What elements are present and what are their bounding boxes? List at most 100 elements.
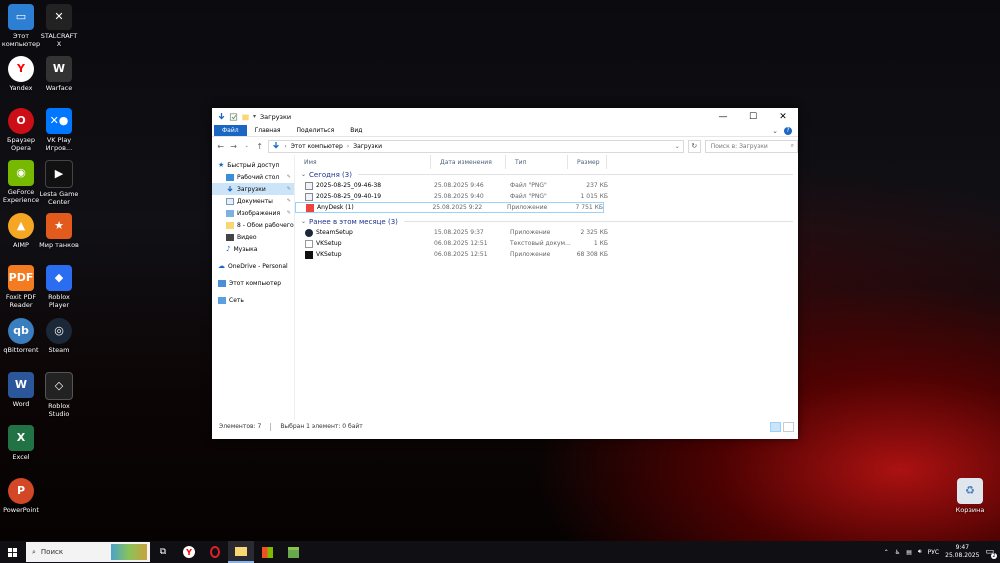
stalcraft-icon: ✕ — [46, 4, 72, 30]
maximize-button[interactable]: ☐ — [738, 108, 768, 125]
nav-item-pictures[interactable]: Изображения ✎ — [212, 207, 294, 219]
aimp-icon: ▲ — [8, 213, 34, 239]
desktop-icon-excel[interactable]: X Excel — [0, 425, 42, 461]
file-row[interactable]: 2025-08-25_09-46-38 25.08.2025 9:46 Файл… — [295, 180, 798, 191]
nav-network[interactable]: Сеть — [212, 294, 294, 306]
desktop-icon-tanks[interactable]: ★ Мир танков — [38, 213, 80, 249]
desktop-icon-geforce[interactable]: ◉ GeForce Experience — [0, 160, 42, 204]
taskbar-file-explorer[interactable] — [228, 541, 254, 563]
nav-item-desktop[interactable]: Рабочий стол ✎ — [212, 171, 294, 183]
chevron-up-icon[interactable]: ⌃ — [884, 549, 889, 556]
address-row: ← → ⌄ ↑ › Этот компьютер › Загрузки ⌄ ↻ … — [212, 136, 798, 155]
column-size[interactable]: Размер — [568, 155, 607, 169]
pictures-icon — [226, 209, 234, 217]
new-folder-icon[interactable] — [241, 113, 250, 121]
column-type[interactable]: Тип — [506, 155, 568, 169]
breadcrumb-this-pc[interactable]: Этот компьютер — [291, 143, 343, 150]
chevron-down-icon[interactable]: ⌄ — [675, 143, 683, 150]
computer-icon: ▭ — [8, 4, 34, 30]
column-date[interactable]: Дата изменения — [431, 155, 506, 169]
desktop-icon-recycle-bin[interactable]: ♻ Корзина — [949, 478, 991, 514]
nav-this-pc[interactable]: Этот компьютер — [212, 277, 294, 289]
search-input[interactable]: Поиск в: Загрузки ⌕ — [704, 139, 798, 153]
desktop-icon-word[interactable]: W Word — [0, 372, 42, 408]
desktop-icon-lesta[interactable]: ▶ Lesta Game Center — [38, 160, 80, 206]
nav-item-downloads[interactable]: Загрузки ✎ — [212, 183, 294, 195]
text-file-icon — [305, 239, 313, 248]
desktop-icon-yandex[interactable]: Y Yandex — [0, 56, 42, 92]
file-row[interactable]: 2025-08-25_09-40-19 25.08.2025 9:40 Файл… — [295, 191, 798, 202]
file-row[interactable]: VKSetup 06.08.2025 12:51 Приложение 68 3… — [295, 249, 798, 260]
taskbar-opera[interactable] — [202, 541, 228, 563]
desktop-icon-stalcraft[interactable]: ✕ STALCRAFT X — [38, 4, 80, 48]
forward-arrow-icon[interactable]: → — [229, 142, 238, 151]
desktop-icon-roblox-player[interactable]: ◆ Roblox Player — [38, 265, 80, 309]
nav-item-documents[interactable]: Документы ✎ — [212, 195, 294, 207]
back-arrow-icon[interactable]: ← — [216, 142, 225, 151]
language-indicator[interactable]: РУС — [928, 549, 939, 556]
expand-ribbon-icon[interactable]: ⌄ — [772, 127, 778, 135]
desktop-icon-powerpoint[interactable]: P PowerPoint — [0, 478, 42, 514]
opera-icon: O — [8, 108, 34, 134]
taskbar-yandex[interactable]: Y — [176, 541, 202, 563]
quick-access-dropdown-icon[interactable]: ▾ — [253, 113, 256, 120]
refresh-button[interactable]: ↻ — [687, 139, 701, 153]
qbittorrent-icon: qb — [8, 318, 34, 344]
taskbar-minecraft[interactable] — [280, 541, 306, 563]
tab-share[interactable]: Поделиться — [289, 125, 343, 136]
group-earlier-this-month[interactable]: ⌄ Ранее в этом месяце (3) — [295, 216, 798, 227]
volume-icon[interactable]: 🔊︎ — [918, 548, 922, 556]
properties-icon[interactable] — [229, 112, 238, 121]
file-row-selected[interactable]: AnyDesk (1) 25.08.2025 9:22 Приложение 7… — [295, 202, 604, 213]
tab-home[interactable]: Главная — [247, 125, 289, 136]
start-button[interactable] — [0, 541, 24, 563]
desktop-icon-warface[interactable]: W Warface — [38, 56, 80, 92]
desktop-icon-this-pc[interactable]: ▭ Этот компьютер — [0, 4, 42, 48]
column-headers: Имя Дата изменения Тип Размер — [295, 155, 798, 169]
desktop-icon-opera[interactable]: O Браузер Opera — [0, 108, 42, 152]
desktop-icon-qbittorrent[interactable]: qb qBittorrent — [0, 318, 42, 354]
desktop-icon-roblox-studio[interactable]: ◇ Roblox Studio — [38, 372, 80, 418]
recent-locations-icon[interactable]: ⌄ — [242, 143, 251, 149]
pin-icon: ✎ — [286, 210, 291, 216]
task-view-button[interactable]: ⧉ — [150, 541, 176, 563]
nav-onedrive[interactable]: ☁ OneDrive - Personal — [212, 260, 294, 272]
breadcrumb-downloads[interactable]: Загрузки — [353, 143, 382, 150]
file-row[interactable]: VKSetup 06.08.2025 12:51 Текстовый докум… — [295, 238, 798, 249]
notifications-icon[interactable]: ▭ 2 — [985, 547, 997, 559]
address-bar[interactable]: › Этот компьютер › Загрузки ⌄ — [268, 139, 684, 153]
up-arrow-icon[interactable]: ↑ — [255, 142, 264, 151]
column-name[interactable]: Имя — [295, 155, 431, 169]
accessibility-icon[interactable]: ♿ — [895, 549, 900, 556]
nav-item-wallpapers[interactable]: 8 - Обои рабочего — [212, 219, 294, 231]
star-icon: ★ — [218, 161, 225, 169]
clock[interactable]: 9:47 25.08.2025 — [945, 544, 979, 560]
taskbar-search[interactable]: ⌕ Поиск — [26, 542, 150, 562]
item-count: Элементов: 7 — [219, 423, 262, 430]
minimize-button[interactable]: — — [708, 108, 738, 125]
desktop-icon-steam[interactable]: ◎ Steam — [38, 318, 80, 354]
large-icons-view-icon[interactable] — [783, 422, 794, 432]
desktop-icon-aimp[interactable]: ▲ AIMP — [0, 213, 42, 249]
window-title: Загрузки — [260, 112, 292, 121]
nav-quick-access[interactable]: ★ Быстрый доступ — [212, 159, 294, 171]
excel-icon: X — [8, 425, 34, 451]
word-icon: W — [8, 372, 34, 398]
warface-icon: W — [46, 56, 72, 82]
tab-file[interactable]: Файл — [214, 125, 247, 136]
help-icon[interactable]: ? — [784, 126, 792, 135]
taskbar-store[interactable] — [254, 541, 280, 563]
group-today[interactable]: ⌄ Сегодня (3) — [295, 169, 798, 180]
ribbon-tabs: Файл Главная Поделиться Вид ⌄ ? — [212, 125, 798, 136]
tab-view[interactable]: Вид — [342, 125, 370, 136]
nav-item-music[interactable]: ♪ Музыка — [212, 243, 294, 255]
desktop-icon-vkplay[interactable]: ✕● VK Play Игров... — [38, 108, 80, 152]
nav-item-video[interactable]: Видео — [212, 231, 294, 243]
close-button[interactable]: ✕ — [768, 108, 798, 125]
file-row[interactable]: SteamSetup 15.08.2025 9:37 Приложение 2 … — [295, 227, 798, 238]
details-view-icon[interactable] — [770, 422, 781, 432]
png-file-icon — [305, 192, 313, 201]
desktop-icon-foxit[interactable]: PDF Foxit PDF Reader — [0, 265, 42, 309]
network-icon[interactable]: ▤ — [906, 549, 912, 556]
geforce-icon: ◉ — [8, 160, 34, 186]
